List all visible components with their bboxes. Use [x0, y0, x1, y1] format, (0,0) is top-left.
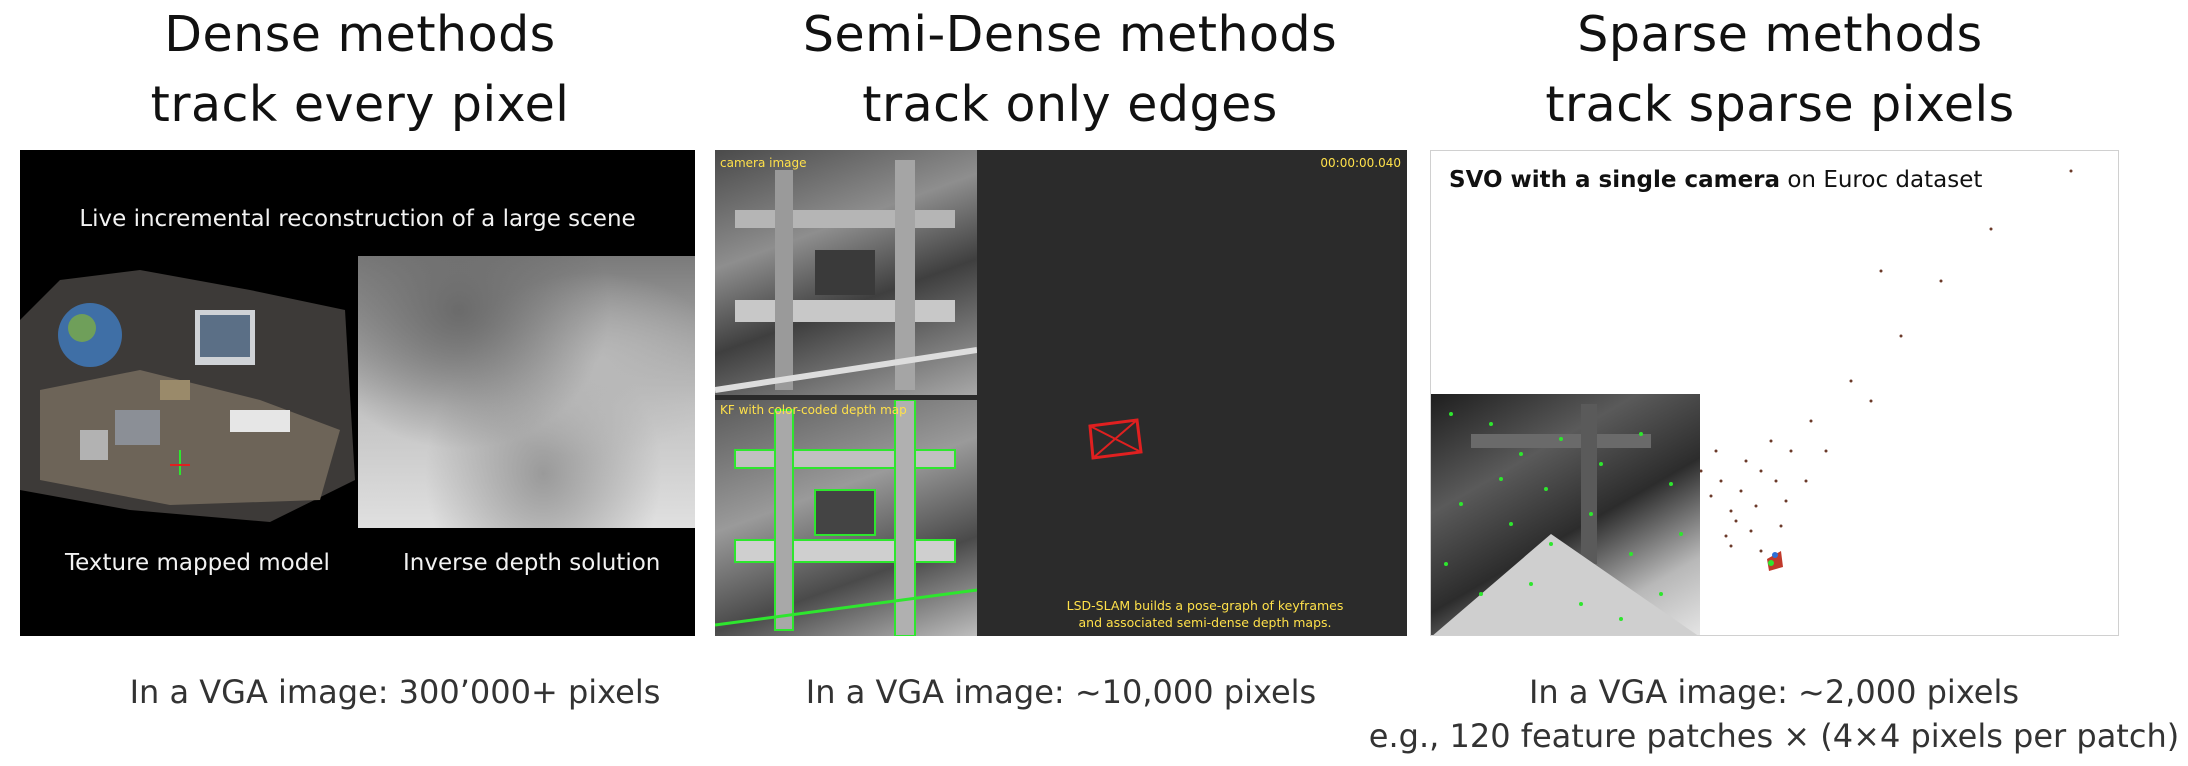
timestamp: 00:00:00.040 [1320, 156, 1401, 170]
lsd-slam-note-line2: and associated semi-dense depth maps. [1078, 615, 1332, 630]
sparse-caption-line1: In a VGA image: ~2,000 pixels [1528, 673, 2020, 711]
feature-points [1433, 404, 1698, 635]
lsd-slam-note-line1: LSD-SLAM builds a pose-graph of keyframe… [1066, 598, 1344, 613]
semidense-caption: In a VGA image: ~10,000 pixels [805, 673, 1317, 711]
sparse-caption-line2: e.g., 120 feature patches × (4×4 pixels … [1368, 717, 2180, 755]
sparse-title: Sparse methods track sparse pixels [1420, 0, 2140, 140]
camera-structure [715, 160, 978, 393]
dense-image: Live incremental reconstruction of a lar… [20, 150, 695, 636]
texture-mapped-scene [20, 270, 355, 522]
dense-title: Dense methods track every pixel [30, 0, 690, 140]
sparse-image: SVO with a single camera on Euroc datase… [1430, 150, 2119, 636]
semidense-title: Semi-Dense methods track only edges [700, 0, 1440, 140]
camera-image-view [715, 150, 978, 395]
dense-title-line1: Dense methods [164, 6, 556, 63]
dense-title-line2: track every pixel [150, 76, 570, 133]
dense-top-label: Live incremental reconstruction of a lar… [79, 206, 636, 232]
sparse-title-line1: Sparse methods [1577, 6, 1983, 63]
camera-frustum-icon [1088, 418, 1143, 460]
dense-caption: In a VGA image: 300’000+ pixels [129, 673, 661, 711]
feature-tracking-inset [1431, 394, 1700, 635]
inverse-depth-map [358, 256, 695, 528]
semidense-title-line1: Semi-Dense methods [802, 6, 1338, 63]
keyframe-structure [715, 399, 978, 636]
dense-right-label: Inverse depth solution [403, 550, 661, 576]
sparse-caption: In a VGA image: ~2,000 pixels e.g., 120 … [1360, 670, 2188, 758]
lsd-slam-note: LSD-SLAM builds a pose-graph of keyframe… [1015, 597, 1395, 631]
semidense-title-line2: track only edges [862, 76, 1278, 133]
sparse-title-line2: track sparse pixels [1545, 76, 2015, 133]
camera-image-label: camera image [720, 156, 807, 170]
keyframe-depth-view [715, 399, 978, 636]
semidense-image: camera image KF with color-coded depth m… [715, 150, 1407, 636]
keyframe-label: KF with color-coded depth map [720, 403, 907, 417]
dense-left-label: Texture mapped model [65, 550, 330, 576]
